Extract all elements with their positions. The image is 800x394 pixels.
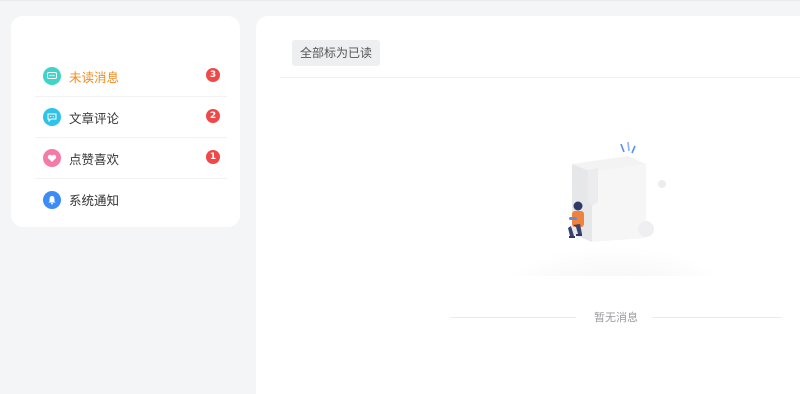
message-category-nav: 未读消息 3 文章评论 2 点赞喜欢 1 系统通知 bbox=[35, 56, 227, 220]
empty-illustration bbox=[502, 141, 726, 276]
empty-state: 暂无消息 bbox=[450, 308, 782, 326]
heart-icon bbox=[43, 149, 61, 167]
nav-item-system[interactable]: 系统通知 bbox=[35, 179, 227, 220]
sidebar-card: 未读消息 3 文章评论 2 点赞喜欢 1 系统通知 bbox=[11, 16, 240, 227]
empty-message: 暂无消息 bbox=[586, 311, 646, 324]
message-panel: 全部标为已读 暂无消息 bbox=[256, 16, 800, 394]
top-border bbox=[0, 0, 800, 1]
nav-label-unread: 未读消息 bbox=[69, 69, 120, 85]
comment-icon bbox=[43, 108, 61, 126]
nav-label-system: 系统通知 bbox=[69, 193, 120, 208]
unread-message-icon bbox=[43, 67, 61, 85]
mark-all-read-button[interactable]: 全部标为已读 bbox=[292, 40, 381, 66]
unread-count-badge: 3 bbox=[206, 68, 220, 82]
nav-item-comments[interactable]: 文章评论 2 bbox=[35, 97, 227, 138]
empty-text-wrap: 暂无消息 bbox=[450, 309, 782, 325]
comments-count-badge: 2 bbox=[206, 109, 220, 123]
likes-count-badge: 1 bbox=[206, 150, 220, 164]
toolbar-divider bbox=[280, 77, 800, 78]
nav-label-comments: 文章评论 bbox=[69, 110, 120, 126]
nav-item-likes[interactable]: 点赞喜欢 1 bbox=[35, 138, 227, 179]
nav-label-likes: 点赞喜欢 bbox=[69, 151, 120, 167]
nav-item-unread[interactable]: 未读消息 3 bbox=[35, 56, 227, 97]
bell-icon bbox=[43, 190, 61, 209]
